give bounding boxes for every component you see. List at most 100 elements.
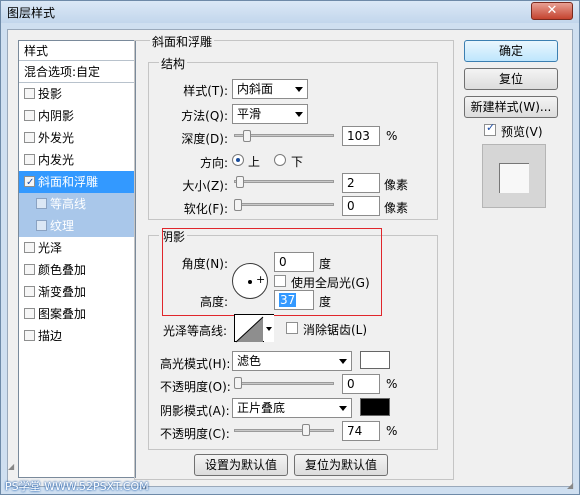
- shadow-mode-value: 正片叠底: [237, 401, 286, 415]
- size-slider-track[interactable]: [234, 180, 334, 183]
- style-item-inner-shadow[interactable]: 内阴影: [19, 105, 135, 127]
- shadow-opacity-thumb[interactable]: [302, 424, 310, 436]
- checkbox-icon[interactable]: [24, 88, 35, 99]
- highlight-opacity-thumb[interactable]: [234, 377, 242, 389]
- shadow-opacity-input[interactable]: 74: [342, 421, 380, 441]
- make-default-button[interactable]: 设置为默认值: [194, 454, 288, 476]
- preview-checkbox[interactable]: [484, 121, 496, 136]
- style-item-label: 纹理: [50, 219, 75, 233]
- checkbox-icon[interactable]: [36, 220, 47, 231]
- highlight-color-swatch[interactable]: [360, 351, 390, 369]
- altitude-value: 37: [279, 293, 297, 307]
- direction-down-radio[interactable]: [274, 154, 286, 166]
- angle-unit: 度: [319, 257, 332, 271]
- style-item-label: 内阴影: [38, 109, 75, 123]
- direction-down-label: 下: [291, 155, 304, 169]
- highlight-opacity-input[interactable]: 0: [342, 374, 380, 394]
- global-light-checkbox[interactable]: [274, 275, 286, 287]
- anti-alias-checkbox[interactable]: [286, 322, 298, 334]
- technique-label: 方法(Q):: [181, 109, 228, 123]
- checkbox-icon[interactable]: [24, 154, 35, 165]
- soften-input[interactable]: 0: [342, 196, 380, 216]
- title-bar[interactable]: 图层样式 ✕: [1, 1, 579, 23]
- style-item-stroke[interactable]: 描边: [19, 325, 135, 347]
- highlight-opacity-value: 0: [347, 377, 355, 391]
- style-item-inner-glow[interactable]: 内发光: [19, 149, 135, 171]
- checkbox-icon[interactable]: [36, 198, 47, 209]
- dialog-client: 样式 混合选项:自定 投影 内阴影 外发光 内发光 斜面和浮雕 等高线 纹理 光…: [7, 29, 573, 487]
- gloss-contour-picker[interactable]: [234, 314, 274, 343]
- size-slider-thumb[interactable]: [236, 176, 244, 188]
- new-style-button[interactable]: 新建样式(W)...: [464, 96, 558, 118]
- highlight-mode-value: 滤色: [237, 354, 262, 368]
- style-item-gradient-overlay[interactable]: 渐变叠加: [19, 281, 135, 303]
- angle-input[interactable]: 0: [274, 252, 314, 272]
- technique-value: 平滑: [237, 107, 262, 121]
- reset-button[interactable]: 复位: [464, 68, 558, 90]
- style-item-color-overlay[interactable]: 颜色叠加: [19, 259, 135, 281]
- checkbox-icon[interactable]: [24, 308, 35, 319]
- shadow-color-swatch[interactable]: [360, 398, 390, 416]
- depth-value: 103: [347, 129, 370, 143]
- ok-button[interactable]: 确定: [464, 40, 558, 62]
- altitude-label: 高度:: [199, 295, 228, 309]
- depth-unit: %: [386, 129, 398, 143]
- style-item-contour[interactable]: 等高线: [19, 193, 135, 215]
- highlight-opacity-track[interactable]: [234, 382, 334, 385]
- checkbox-checked-icon[interactable]: [24, 172, 35, 194]
- close-button[interactable]: ✕: [531, 2, 573, 20]
- style-item-label: 颜色叠加: [38, 263, 87, 277]
- reset-default-button[interactable]: 复位为默认值: [294, 454, 388, 476]
- style-item-texture[interactable]: 纹理: [19, 215, 135, 237]
- blending-options-item[interactable]: 混合选项:自定: [19, 61, 135, 83]
- style-item-label: 描边: [38, 329, 63, 343]
- depth-slider-thumb[interactable]: [243, 130, 251, 142]
- style-item-drop-shadow[interactable]: 投影: [19, 83, 135, 105]
- altitude-unit: 度: [319, 295, 332, 309]
- depth-input[interactable]: 103: [342, 126, 380, 146]
- checkbox-icon[interactable]: [24, 286, 35, 297]
- soften-slider-track[interactable]: [234, 203, 334, 206]
- checkbox-icon[interactable]: [24, 132, 35, 143]
- angle-label: 角度(N):: [181, 257, 228, 271]
- preview-label: 预览(V): [501, 125, 543, 139]
- highlight-mode-dropdown[interactable]: 滤色: [232, 351, 352, 371]
- style-item-bevel-emboss[interactable]: 斜面和浮雕: [19, 171, 135, 194]
- style-item-label: 图案叠加: [38, 307, 87, 321]
- shadow-opacity-track[interactable]: [234, 429, 334, 432]
- size-input[interactable]: 2: [342, 173, 380, 193]
- direction-label: 方向:: [199, 156, 228, 170]
- style-item-satin[interactable]: 光泽: [19, 237, 135, 259]
- styles-header[interactable]: 样式: [19, 41, 135, 61]
- shadow-mode-dropdown[interactable]: 正片叠底: [232, 398, 352, 418]
- structure-title: 结构: [159, 55, 188, 72]
- checkbox-icon[interactable]: [24, 330, 35, 341]
- depth-label: 深度(D):: [181, 132, 228, 146]
- highlight-opacity-unit: %: [386, 377, 398, 391]
- highlight-mode-label: 高光模式(H):: [160, 357, 231, 371]
- soften-slider-thumb[interactable]: [234, 199, 242, 211]
- styles-list: 样式 混合选项:自定 投影 内阴影 外发光 内发光 斜面和浮雕 等高线 纹理 光…: [18, 40, 136, 478]
- technique-dropdown[interactable]: 平滑: [232, 104, 308, 124]
- style-value: 内斜面: [237, 82, 274, 96]
- direction-up-radio[interactable]: [232, 154, 244, 166]
- style-item-label: 投影: [38, 87, 63, 101]
- direction-up-label: 上: [248, 155, 261, 169]
- style-dropdown[interactable]: 内斜面: [232, 79, 308, 99]
- altitude-input[interactable]: 37: [274, 290, 314, 310]
- style-item-pattern-overlay[interactable]: 图案叠加: [19, 303, 135, 325]
- shadow-opacity-value: 74: [347, 424, 363, 438]
- window-title: 图层样式: [7, 6, 56, 20]
- shadow-opacity-label: 不透明度(C):: [160, 427, 230, 441]
- checkbox-icon[interactable]: [24, 110, 35, 121]
- size-value: 2: [347, 176, 355, 190]
- chevron-down-icon: [295, 112, 303, 117]
- style-item-outer-glow[interactable]: 外发光: [19, 127, 135, 149]
- style-item-label: 光泽: [38, 241, 63, 255]
- checkbox-icon[interactable]: [24, 264, 35, 275]
- checkbox-icon[interactable]: [24, 242, 35, 253]
- style-item-label: 外发光: [38, 131, 75, 145]
- style-label: 样式(T):: [183, 84, 228, 98]
- preview-swatch: [499, 163, 529, 193]
- chevron-down-icon: [295, 87, 303, 92]
